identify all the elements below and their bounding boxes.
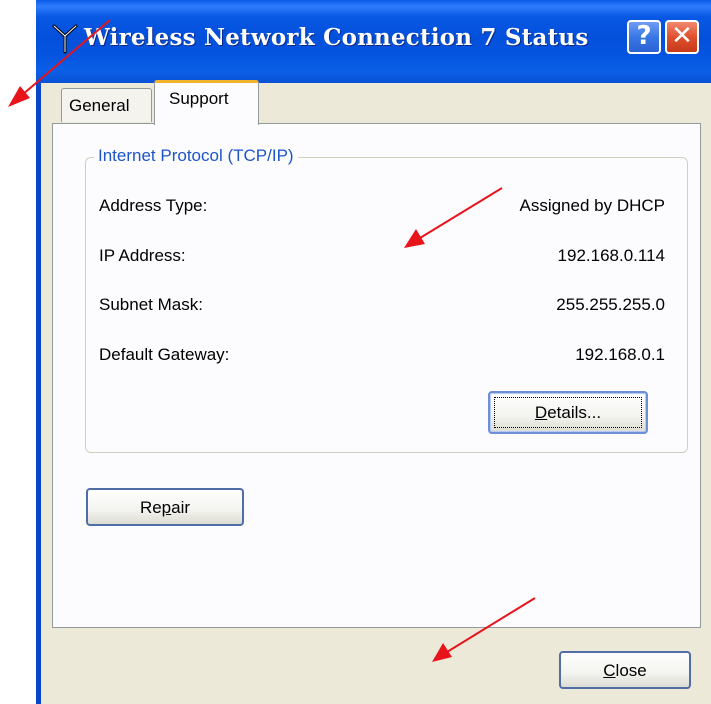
details-button[interactable]: Details... bbox=[488, 391, 648, 434]
window-left-border bbox=[36, 83, 41, 704]
tab-support-label: Support bbox=[169, 89, 229, 108]
close-button-accelerator: C bbox=[603, 661, 616, 680]
repair-button-accelerator: p bbox=[161, 498, 172, 517]
default-gateway-value: 192.168.0.1 bbox=[575, 345, 665, 364]
status-dialog-window: Wireless Network Connection 7 Status ? ✕… bbox=[36, 0, 711, 704]
tab-support[interactable]: Support bbox=[154, 80, 259, 125]
focus-rectangle bbox=[494, 397, 642, 428]
close-button[interactable]: Close bbox=[559, 651, 691, 689]
close-button-label-post: lose bbox=[615, 661, 647, 680]
tcpip-groupbox: Internet Protocol (TCP/IP) Address Type:… bbox=[85, 146, 688, 453]
wireless-antenna-icon bbox=[52, 24, 78, 54]
title-bar[interactable]: Wireless Network Connection 7 Status ? ✕ bbox=[36, 0, 711, 83]
default-gateway-label: Default Gateway: bbox=[99, 345, 230, 364]
repair-button-label-post: air bbox=[171, 498, 191, 517]
subnet-mask-value: 255.255.255.0 bbox=[556, 295, 665, 314]
tab-general[interactable]: General bbox=[61, 88, 152, 122]
support-tab-page: Internet Protocol (TCP/IP) Address Type:… bbox=[52, 123, 701, 628]
window-title: Wireless Network Connection 7 Status bbox=[84, 24, 589, 51]
subnet-mask-label: Subnet Mask: bbox=[99, 295, 203, 314]
ip-address-value: 192.168.0.114 bbox=[557, 246, 665, 265]
tab-general-label: General bbox=[69, 96, 130, 115]
address-type-value: Assigned by DHCP bbox=[519, 196, 665, 215]
groupbox-legend: Internet Protocol (TCP/IP) bbox=[94, 146, 298, 166]
ip-address-label: IP Address: bbox=[99, 246, 186, 265]
repair-button[interactable]: Repair bbox=[86, 488, 244, 526]
window-close-button[interactable]: ✕ bbox=[665, 20, 699, 54]
repair-button-label-pre: Re bbox=[139, 498, 162, 517]
address-type-label: Address Type: bbox=[99, 196, 208, 215]
help-button[interactable]: ? bbox=[627, 20, 661, 54]
